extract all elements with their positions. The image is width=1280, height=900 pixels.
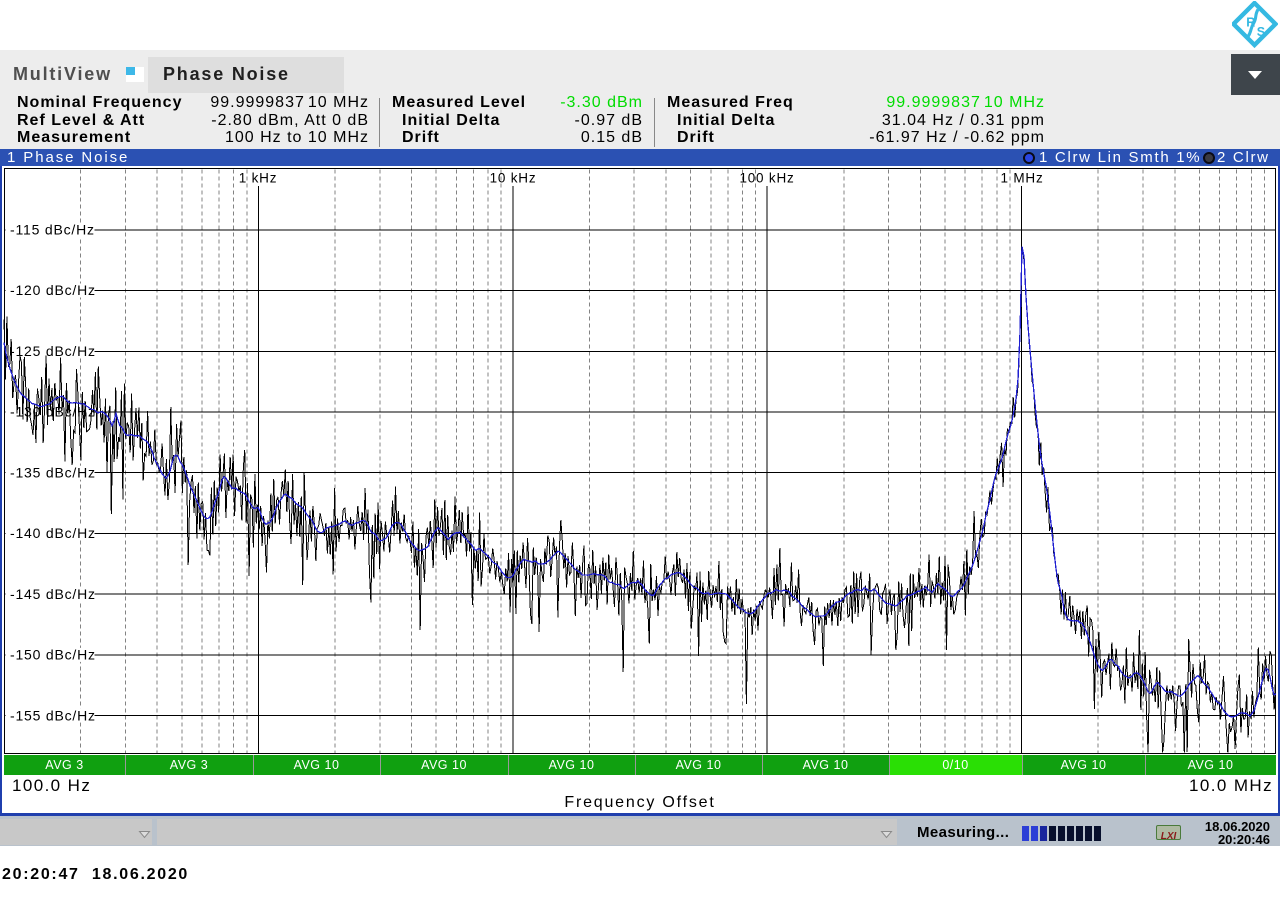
svg-text:1 MHz: 1 MHz [1000,171,1043,186]
svg-text:-125 dBc/Hz: -125 dBc/Hz [10,343,96,359]
svg-text:-140 dBc/Hz: -140 dBc/Hz [10,525,96,541]
svg-text:1 kHz: 1 kHz [239,171,278,186]
svg-text:100 kHz: 100 kHz [739,171,794,186]
svg-text:-135 dBc/Hz: -135 dBc/Hz [10,464,96,480]
svg-text:-115 dBc/Hz: -115 dBc/Hz [10,222,95,238]
svg-text:-145 dBc/Hz: -145 dBc/Hz [10,586,96,602]
svg-text:-155 dBc/Hz: -155 dBc/Hz [10,707,96,723]
svg-text:10 kHz: 10 kHz [490,171,537,186]
svg-text:-120 dBc/Hz: -120 dBc/Hz [10,282,96,298]
svg-text:-150 dBc/Hz: -150 dBc/Hz [10,647,96,663]
